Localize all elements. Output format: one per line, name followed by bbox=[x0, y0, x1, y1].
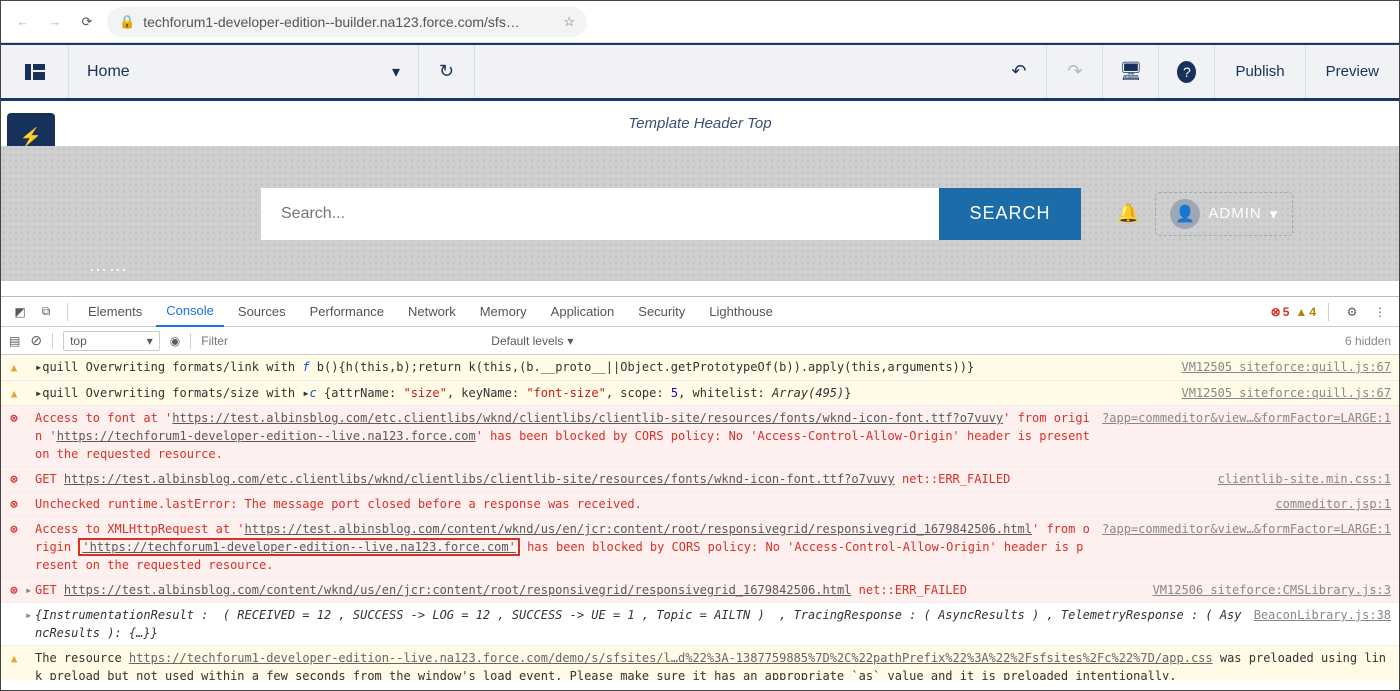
undo-button[interactable]: ↶ bbox=[991, 45, 1047, 98]
console-row[interactable]: ▸GET https://test.albinsblog.com/content… bbox=[1, 578, 1399, 603]
log-levels[interactable]: Default levels ▾ bbox=[491, 334, 573, 348]
devtools-panel: ◩ ⧉ ElementsConsoleSourcesPerformanceNet… bbox=[1, 296, 1399, 680]
user-label: ADMIN bbox=[1208, 205, 1261, 222]
devtools-tab-application[interactable]: Application bbox=[541, 297, 625, 327]
devtools-tab-lighthouse[interactable]: Lighthouse bbox=[699, 297, 783, 327]
page-selector[interactable]: Home ▾ bbox=[69, 45, 419, 98]
console-row[interactable]: Access to XMLHttpRequest at 'https://tes… bbox=[1, 517, 1399, 578]
devtools-tab-performance[interactable]: Performance bbox=[300, 297, 394, 327]
devtools-tab-memory[interactable]: Memory bbox=[470, 297, 537, 327]
console-row[interactable]: ▸quill Overwriting formats/link with f b… bbox=[1, 355, 1399, 381]
inspect-icon[interactable]: ◩ bbox=[9, 305, 31, 319]
reload-button[interactable]: ⟳ bbox=[75, 10, 99, 34]
bookmark-icon[interactable]: ☆ bbox=[563, 14, 575, 30]
console-row[interactable]: GET https://test.albinsblog.com/etc.clie… bbox=[1, 467, 1399, 492]
preview-button[interactable]: Preview bbox=[1306, 45, 1399, 98]
hidden-count[interactable]: 6 hidden bbox=[1345, 334, 1391, 348]
settings-icon[interactable]: ⚙ bbox=[1341, 305, 1363, 319]
source-link[interactable]: clientlib-site.min.css:1 bbox=[1218, 470, 1391, 488]
chevron-down-icon: ▾ bbox=[1270, 205, 1279, 223]
address-bar[interactable]: 🔒 techforum1-developer-edition--builder.… bbox=[107, 7, 587, 37]
source-link[interactable]: ?app=commeditor&view…&formFactor=LARGE:1 bbox=[1102, 409, 1391, 427]
devtools-tabs: ◩ ⧉ ElementsConsoleSourcesPerformanceNet… bbox=[1, 297, 1399, 327]
refresh-button[interactable]: ↻ bbox=[419, 45, 475, 98]
console-log[interactable]: ▸quill Overwriting formats/link with f b… bbox=[1, 355, 1399, 680]
console-row[interactable]: ▸{InstrumentationResult : ( RECEIVED = 1… bbox=[1, 603, 1399, 646]
source-link[interactable]: BeaconLibrary.js:38 bbox=[1254, 606, 1391, 624]
devtools-tab-sources[interactable]: Sources bbox=[228, 297, 296, 327]
devtools-tab-elements[interactable]: Elements bbox=[78, 297, 152, 327]
toolbar-spacer bbox=[475, 45, 991, 98]
console-row[interactable]: ▸quill Overwriting formats/size with ▸c … bbox=[1, 381, 1399, 407]
sidebar-toggle-icon[interactable]: ▤ bbox=[9, 334, 20, 348]
forward-button[interactable]: → bbox=[43, 10, 67, 34]
avatar-icon: 👤 bbox=[1170, 199, 1200, 229]
source-link[interactable]: ?app=commeditor&view…&formFactor=LARGE:1 bbox=[1102, 520, 1391, 538]
console-row[interactable]: Unchecked runtime.lastError: The message… bbox=[1, 492, 1399, 517]
page-label: Home bbox=[87, 63, 130, 81]
notification-icon[interactable]: 🔔 bbox=[1117, 203, 1139, 224]
console-row[interactable]: Access to font at 'https://test.albinsbl… bbox=[1, 406, 1399, 467]
publish-button[interactable]: Publish bbox=[1215, 45, 1305, 98]
search-button[interactable]: SEARCH bbox=[939, 188, 1081, 240]
desktop-view-button[interactable]: 🖥 bbox=[1103, 45, 1159, 98]
more-icon[interactable]: ⋮ bbox=[1369, 305, 1391, 319]
builder-canvas: ⚡ 🖌 Template Header Top SEARCH 🔔 👤 ADMIN… bbox=[1, 101, 1399, 296]
builder-toolbar: Home ▾ ↻ ↶ ↷ 🖥 ? Publish Preview bbox=[1, 43, 1399, 101]
search-input[interactable] bbox=[261, 188, 939, 240]
app-logo[interactable] bbox=[1, 45, 69, 98]
url-text: techforum1-developer-edition--builder.na… bbox=[143, 14, 555, 30]
console-row[interactable]: The resource https://techforum1-develope… bbox=[1, 646, 1399, 680]
source-link[interactable]: commeditor.jsp:1 bbox=[1275, 495, 1391, 513]
source-link[interactable]: VM12505 siteforce:quill.js:67 bbox=[1181, 358, 1391, 376]
drag-handle[interactable]: ⋯⋯ bbox=[89, 260, 129, 281]
filter-input[interactable] bbox=[201, 334, 481, 348]
source-link[interactable]: VM12506 siteforce:CMSLibrary.js:3 bbox=[1153, 581, 1391, 599]
redo-button[interactable]: ↷ bbox=[1047, 45, 1103, 98]
clear-console-icon[interactable]: ⊘ bbox=[30, 332, 42, 349]
chevron-down-icon: ▾ bbox=[392, 62, 400, 82]
context-selector[interactable]: top▾ bbox=[63, 331, 160, 351]
help-button[interactable]: ? bbox=[1159, 45, 1215, 98]
template-header-label: Template Header Top bbox=[1, 101, 1399, 146]
back-button[interactable]: ← bbox=[11, 10, 35, 34]
source-link[interactable]: VM12505 siteforce:quill.js:67 bbox=[1181, 384, 1391, 402]
devtools-tab-security[interactable]: Security bbox=[628, 297, 695, 327]
search-group: SEARCH bbox=[261, 188, 1081, 240]
lock-icon: 🔒 bbox=[119, 14, 135, 30]
header-placeholder[interactable]: SEARCH 🔔 👤 ADMIN ▾ ⋯⋯ bbox=[1, 146, 1399, 281]
user-menu[interactable]: 👤 ADMIN ▾ bbox=[1155, 192, 1293, 236]
warning-count[interactable]: ▲ 4 bbox=[1295, 305, 1316, 319]
devtools-tab-console[interactable]: Console bbox=[156, 297, 224, 327]
devtools-tab-network[interactable]: Network bbox=[398, 297, 466, 327]
console-toolbar: ▤ ⊘ top▾ ◉ Default levels ▾ 6 hidden bbox=[1, 327, 1399, 355]
error-count[interactable]: ⊗ 5 bbox=[1271, 305, 1290, 319]
device-toggle-icon[interactable]: ⧉ bbox=[35, 304, 57, 319]
browser-chrome: ← → ⟳ 🔒 techforum1-developer-edition--bu… bbox=[1, 1, 1399, 43]
live-expression-icon[interactable]: ◉ bbox=[170, 334, 180, 348]
